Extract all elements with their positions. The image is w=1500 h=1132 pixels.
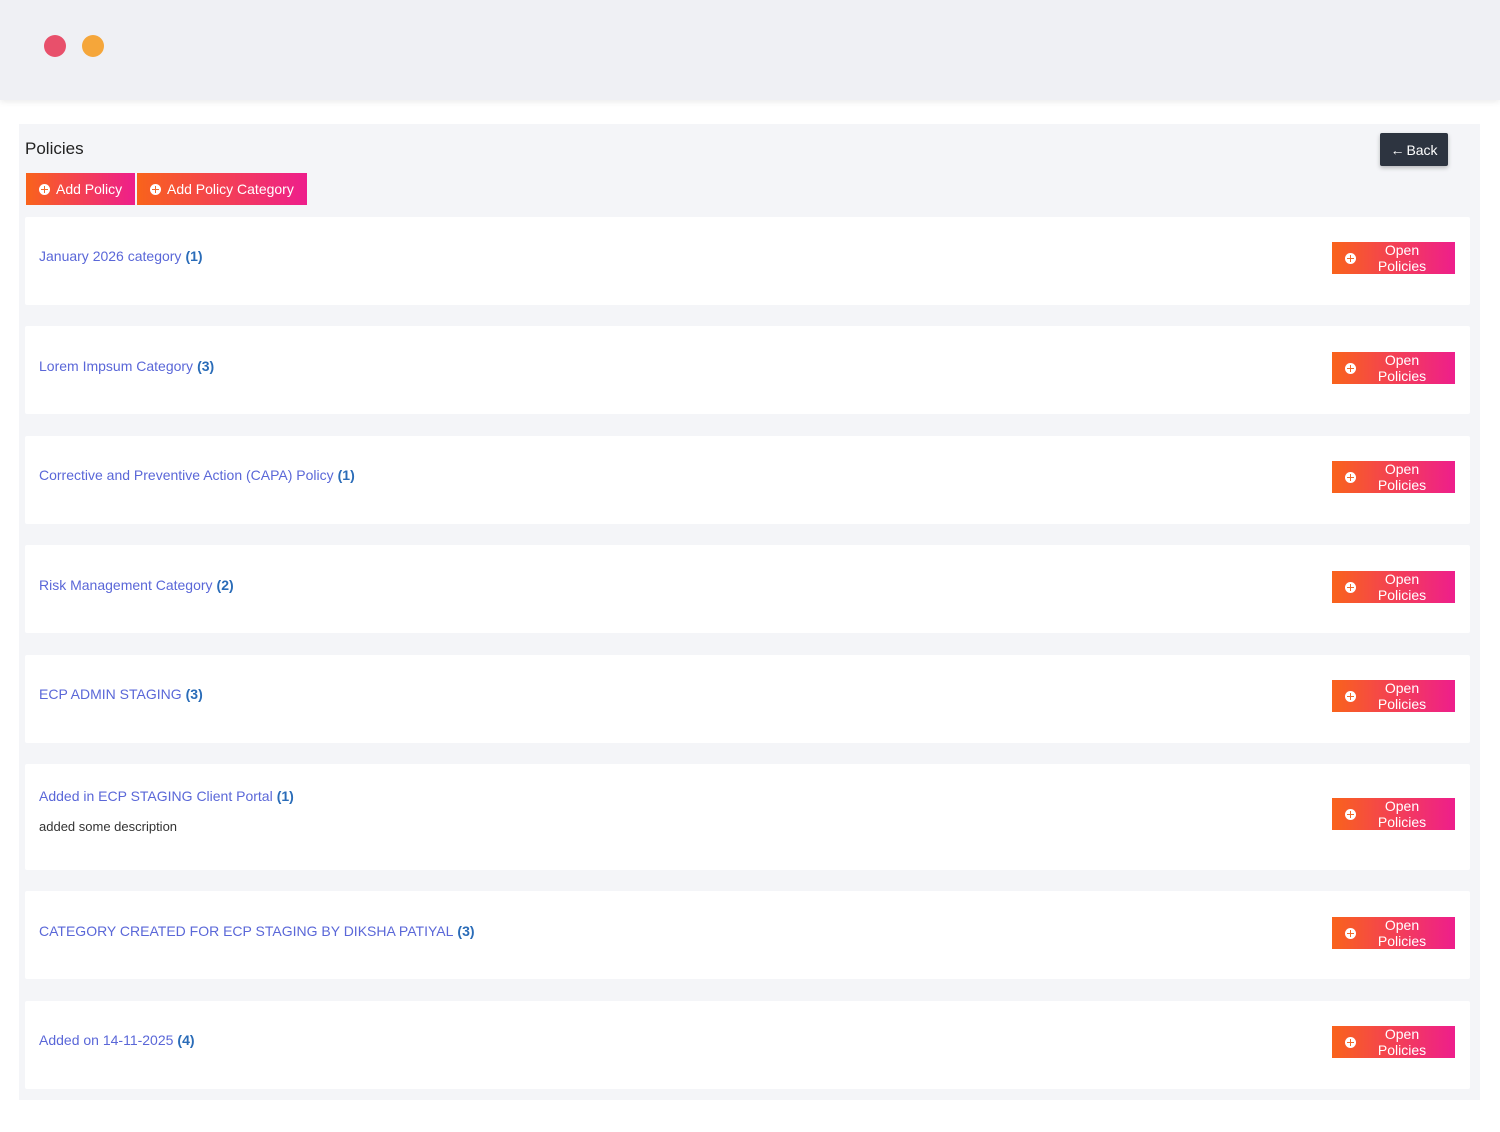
category-count: (3) — [457, 923, 475, 939]
open-policies-label: Open Policies — [1377, 680, 1427, 712]
category-name: CATEGORY CREATED FOR ECP STAGING BY DIKS… — [39, 923, 454, 939]
category-card: January 2026 category (1) Open Policies — [25, 217, 1470, 305]
category-card: CATEGORY CREATED FOR ECP STAGING BY DIKS… — [25, 891, 1470, 979]
category-count: (2) — [216, 577, 234, 593]
plus-circle-icon — [1345, 252, 1356, 264]
open-policies-label: Open Policies — [1377, 242, 1427, 274]
category-name: Risk Management Category — [39, 577, 213, 593]
policies-panel: Policies ← Back Add Policy Add Policy Cat… — [19, 124, 1480, 1100]
top-bar — [0, 0, 1500, 100]
category-name: Lorem Impsum Category — [39, 358, 194, 374]
open-policies-label: Open Policies — [1377, 798, 1427, 830]
plus-circle-icon — [1345, 1036, 1356, 1048]
add-policy-label: Add Policy — [56, 181, 123, 197]
open-policies-button[interactable]: Open Policies — [1332, 917, 1455, 949]
plus-circle-icon — [1345, 581, 1356, 593]
add-policy-button[interactable]: Add Policy — [26, 173, 136, 205]
category-count: (3) — [185, 686, 203, 702]
open-policies-label: Open Policies — [1377, 352, 1427, 384]
plus-circle-icon — [1345, 362, 1356, 374]
category-name: January 2026 category — [39, 248, 182, 264]
open-policies-button[interactable]: Open Policies — [1332, 352, 1455, 384]
open-policies-label: Open Policies — [1377, 461, 1427, 493]
category-card: Added on 14-11-2025 (4) Open Policies — [25, 1001, 1470, 1089]
category-card: Lorem Impsum Category (3) Open Policies — [25, 326, 1470, 414]
plus-circle-icon — [1345, 927, 1356, 939]
open-policies-button[interactable]: Open Policies — [1332, 1026, 1455, 1058]
plus-circle-icon — [1345, 471, 1356, 483]
category-title-link[interactable]: Lorem Impsum Category (3) — [39, 358, 214, 374]
category-card: Added in ECP STAGING Client Portal (1) ad… — [25, 764, 1470, 870]
open-policies-button[interactable]: Open Policies — [1332, 571, 1455, 603]
open-policies-label: Open Policies — [1377, 917, 1427, 949]
category-title-link[interactable]: CATEGORY CREATED FOR ECP STAGING BY DIKS… — [39, 923, 475, 939]
category-count: (4) — [177, 1032, 195, 1048]
plus-circle-icon — [1345, 808, 1356, 820]
red-dot-icon — [44, 35, 66, 57]
back-button-label: Back — [1406, 141, 1438, 158]
category-name: Corrective and Preventive Action (CAPA) … — [39, 467, 334, 483]
category-title-link[interactable]: January 2026 category (1) — [39, 248, 203, 264]
back-button[interactable]: ← Back — [1380, 133, 1448, 166]
open-policies-label: Open Policies — [1377, 571, 1427, 603]
category-count: (1) — [337, 467, 355, 483]
category-card: Risk Management Category (2) Open Policie… — [25, 545, 1470, 633]
category-card: ECP ADMIN STAGING (3) Open Policies — [25, 655, 1470, 743]
category-description: added some description — [39, 819, 178, 834]
open-policies-label: Open Policies — [1377, 1026, 1427, 1058]
arrow-left-icon: ← — [1390, 141, 1405, 158]
category-count: (1) — [185, 248, 203, 264]
add-policy-category-label: Add Policy Category — [167, 181, 294, 197]
open-policies-button[interactable]: Open Policies — [1332, 242, 1455, 274]
open-policies-button[interactable]: Open Policies — [1332, 461, 1455, 493]
category-count: (3) — [197, 358, 215, 374]
category-title-link[interactable]: ECP ADMIN STAGING (3) — [39, 686, 203, 702]
category-name: ECP ADMIN STAGING — [39, 686, 182, 702]
open-policies-button[interactable]: Open Policies — [1332, 680, 1455, 712]
plus-circle-icon — [150, 183, 161, 195]
category-title-link[interactable]: Added on 14-11-2025 (4) — [39, 1032, 195, 1048]
open-policies-button[interactable]: Open Policies — [1332, 798, 1455, 830]
category-title-link[interactable]: Added in ECP STAGING Client Portal (1) — [39, 788, 294, 804]
plus-circle-icon — [39, 183, 50, 195]
plus-circle-icon — [1345, 690, 1356, 702]
category-name: Added in ECP STAGING Client Portal — [39, 788, 273, 804]
category-card: Corrective and Preventive Action (CAPA) … — [25, 436, 1470, 524]
add-policy-category-button[interactable]: Add Policy Category — [137, 173, 307, 205]
category-title-link[interactable]: Corrective and Preventive Action (CAPA) … — [39, 467, 355, 483]
category-count: (1) — [276, 788, 294, 804]
orange-dot-icon — [82, 35, 104, 57]
page-title: Policies — [25, 139, 84, 158]
category-name: Added on 14-11-2025 — [39, 1032, 174, 1048]
category-title-link[interactable]: Risk Management Category (2) — [39, 577, 234, 593]
